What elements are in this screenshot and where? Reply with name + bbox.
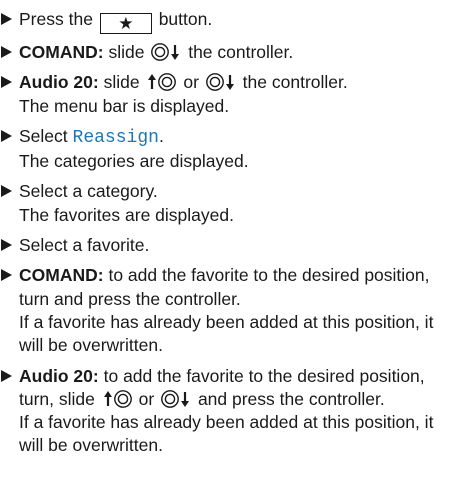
step-text: button. [158, 9, 213, 29]
bullet-arrow-icon [1, 129, 12, 142]
step-text: slide [108, 42, 145, 62]
system-label: Audio 20: [19, 365, 99, 386]
step-select-favorite: Select a favorite. [0, 234, 455, 257]
system-label: COMAND: [19, 265, 104, 286]
system-label: COMAND: [19, 42, 104, 62]
step-text: . [158, 125, 164, 146]
controller-slide-up-icon [145, 72, 177, 92]
controller-slide-down-icon [205, 72, 237, 92]
controller-slide-up-icon [101, 389, 133, 409]
step-comand-add-favorite: COMAND: to add the favorite to the desir… [0, 264, 455, 357]
step-result: The categories are displayed. [19, 151, 249, 172]
step-text: Select a favorite. [19, 235, 150, 256]
bullet-arrow-icon [1, 13, 12, 25]
bullet-arrow-icon [1, 76, 12, 89]
step-audio20-add-favorite: Audio 20: to add the favorite to the des… [0, 365, 455, 458]
instruction-page: Press the ★ button. COMAND: slide the co… [0, 0, 461, 504]
step-text: Select [19, 125, 68, 146]
step-text: slide [103, 72, 140, 93]
bullet-arrow-icon [1, 185, 12, 198]
step-text: Select a category. [19, 181, 158, 202]
controller-slide-down-icon [160, 389, 192, 409]
system-label: Audio 20: [19, 72, 99, 93]
step-result: If a favorite has already been added at … [19, 412, 434, 456]
step-select-category: Select a category. The favorites are dis… [0, 180, 455, 227]
step-text: and press the controller. [197, 388, 385, 409]
star-key-icon: ★ [99, 13, 152, 34]
step-text: or [138, 388, 155, 409]
bullet-arrow-icon [1, 269, 12, 282]
step-text: the controller. [188, 42, 294, 62]
bullet-arrow-icon [1, 46, 12, 58]
bullet-arrow-icon [1, 239, 12, 252]
step-result: The menu bar is displayed. [19, 95, 230, 116]
step-comand-slide: COMAND: slide the controller. [0, 41, 455, 64]
bullet-arrow-icon [1, 369, 12, 382]
step-text: the controller. [242, 72, 348, 93]
step-audio20-slide: Audio 20: slide or the controller. The m… [0, 71, 455, 118]
step-text: or [183, 72, 199, 93]
step-result: The favorites are displayed. [19, 204, 234, 225]
step-text: Press the [19, 9, 93, 29]
step-press-star: Press the ★ button. [0, 8, 455, 34]
controller-slide-down-icon [150, 42, 182, 62]
step-select-reassign: Select Reassign. The categories are disp… [0, 125, 455, 174]
menu-item-reassign: Reassign [72, 127, 159, 148]
step-result: If a favorite has already been added at … [19, 311, 434, 356]
